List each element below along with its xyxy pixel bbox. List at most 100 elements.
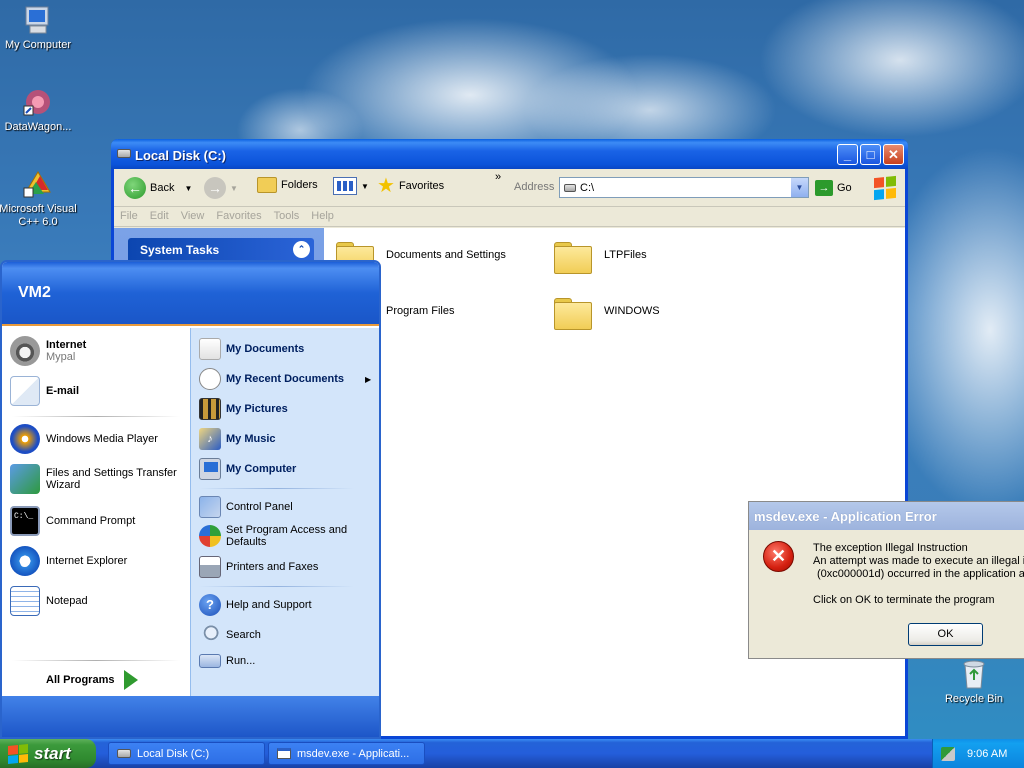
email-icon xyxy=(10,376,40,406)
explorer-titlebar[interactable]: Local Disk (C:) _ □ ✕ xyxy=(111,139,908,169)
views-icon xyxy=(333,177,357,195)
folder-icon xyxy=(554,294,592,330)
dialog-titlebar[interactable]: msdev.exe - Application Error xyxy=(749,502,1024,530)
program-label: Files and Settings Transfer Wizard xyxy=(46,467,177,491)
task-label: msdev.exe - Applicati... xyxy=(297,747,410,760)
maximize-button[interactable]: □ xyxy=(860,144,881,165)
setting-program-access[interactable]: Set Program Access and Defaults xyxy=(199,524,356,548)
folder-label: WINDOWS xyxy=(604,305,660,317)
other-label: Help and Support xyxy=(226,599,312,611)
dialog-title: msdev.exe - Application Error xyxy=(754,509,937,524)
submenu-arrow-icon: ▶ xyxy=(365,374,372,384)
folder-item[interactable]: WINDOWS xyxy=(554,294,660,330)
menu-file[interactable]: File xyxy=(114,207,144,222)
start-button[interactable]: start xyxy=(0,739,96,768)
help-icon: ? xyxy=(199,594,221,616)
desktop-icon-datawagon[interactable]: DataWagon... xyxy=(0,86,78,134)
address-dropdown-button[interactable]: ▼ xyxy=(791,178,808,197)
place-label: My Music xyxy=(226,433,276,445)
search[interactable]: Search xyxy=(199,624,261,646)
recent-program[interactable]: C:\_ Command Prompt xyxy=(10,506,135,536)
go-button[interactable]: → Go xyxy=(815,180,852,196)
setting-printers-faxes[interactable]: Printers and Faxes xyxy=(199,556,318,578)
divider xyxy=(12,660,180,661)
desktop-icon-recycle-bin[interactable]: Recycle Bin xyxy=(934,658,1014,706)
recent-program[interactable]: Windows Media Player xyxy=(10,424,158,454)
explorer-toolbar: ← Back ▼ → ▼ Folders ▼ ★ Favorites » Add… xyxy=(114,169,905,207)
folder-icon xyxy=(554,238,592,274)
dialog-message: The exception Illegal Instruction An att… xyxy=(813,542,1024,607)
folders-button[interactable]: Folders xyxy=(257,177,318,193)
start-menu-footer xyxy=(2,696,379,737)
recent-program[interactable]: Notepad xyxy=(10,586,88,616)
system-tasks-header[interactable]: System Tasks ⌃ xyxy=(128,238,314,262)
folder-label: LTPFiles xyxy=(604,249,647,261)
forward-button[interactable]: → ▼ xyxy=(204,177,238,199)
menu-edit[interactable]: Edit xyxy=(144,207,175,222)
windows-logo-icon xyxy=(869,170,901,205)
taskbar-button-explorer[interactable]: Local Disk (C:) xyxy=(108,742,265,765)
pinned-label: Internet xyxy=(46,339,87,351)
place-my-pictures[interactable]: My Pictures xyxy=(199,398,288,420)
pinned-email[interactable]: E-mail xyxy=(10,376,79,406)
place-my-documents[interactable]: My Documents xyxy=(199,338,304,360)
address-input[interactable]: C:\ ▼ xyxy=(559,177,809,198)
place-my-recent-documents[interactable]: My Recent Documents ▶ xyxy=(199,368,371,390)
application-error-dialog: msdev.exe - Application Error ✕ The exce… xyxy=(748,501,1024,659)
toolbar-overflow-icon[interactable]: » xyxy=(495,171,501,183)
menu-favorites[interactable]: Favorites xyxy=(210,207,267,222)
message-line: Click on OK to terminate the program xyxy=(813,594,995,606)
chevron-down-icon: ▼ xyxy=(184,183,193,193)
user-name: VM2 xyxy=(18,284,51,301)
run[interactable]: Run... xyxy=(199,654,255,668)
computer-icon xyxy=(22,4,54,36)
menu-tools[interactable]: Tools xyxy=(268,207,306,222)
help-and-support[interactable]: ? Help and Support xyxy=(199,594,312,616)
recent-program[interactable]: Files and Settings Transfer Wizard xyxy=(10,464,181,494)
recycle-bin-icon xyxy=(958,658,990,690)
music-icon: ♪ xyxy=(199,428,221,450)
divider xyxy=(199,586,354,587)
menu-view[interactable]: View xyxy=(175,207,211,222)
setting-control-panel[interactable]: Control Panel xyxy=(199,496,293,518)
program-label: Notepad xyxy=(46,595,88,607)
folder-item[interactable]: LTPFiles xyxy=(554,238,647,274)
taskbar: start Local Disk (C:) msdev.exe - Applic… xyxy=(0,739,1024,768)
safely-remove-hardware-icon[interactable] xyxy=(941,746,955,761)
program-label: Command Prompt xyxy=(46,515,136,527)
explorer-title: Local Disk (C:) xyxy=(135,148,227,163)
place-my-computer[interactable]: My Computer xyxy=(199,458,296,480)
desktop-icon-my-computer[interactable]: My Computer xyxy=(0,4,78,52)
back-arrow-icon: ← xyxy=(124,177,146,199)
pinned-internet[interactable]: Internet Mypal xyxy=(10,336,86,366)
close-button[interactable]: ✕ xyxy=(883,144,904,165)
forward-arrow-icon: → xyxy=(204,177,226,199)
views-button[interactable]: ▼ xyxy=(333,177,369,195)
program-access-icon xyxy=(199,525,221,547)
favorites-label: Favorites xyxy=(398,180,445,192)
ok-button[interactable]: OK xyxy=(908,623,983,646)
place-my-music[interactable]: ♪ My Music xyxy=(199,428,276,450)
address-value: C:\ xyxy=(580,181,595,194)
folder-label: Documents and Settings xyxy=(386,249,506,261)
clock[interactable]: 9:06 AM xyxy=(967,748,1007,760)
desktop-icon-visual-cpp[interactable]: Microsoft Visual C++ 6.0 xyxy=(0,168,78,229)
divider xyxy=(199,488,354,489)
collapse-chevron-icon[interactable]: ⌃ xyxy=(293,241,310,258)
desktop-icon-label: Recycle Bin xyxy=(944,693,1004,705)
drive-icon xyxy=(117,149,131,158)
place-label: My Documents xyxy=(226,343,305,355)
setting-label: Control Panel xyxy=(226,501,293,513)
all-programs-button[interactable]: All Programs xyxy=(46,670,139,690)
favorites-button[interactable]: ★ Favorites xyxy=(377,176,445,196)
program-label: Internet Explorer xyxy=(46,555,128,567)
taskbar-button-error[interactable]: msdev.exe - Applicati... xyxy=(268,742,425,765)
back-button[interactable]: ← Back ▼ xyxy=(124,177,192,199)
divider xyxy=(12,416,180,417)
minimize-button[interactable]: _ xyxy=(837,144,858,165)
menu-help[interactable]: Help xyxy=(305,207,340,222)
desktop-icon-label: My Computer xyxy=(4,39,72,51)
desktop-icon-label: DataWagon... xyxy=(4,121,72,133)
recent-documents-icon xyxy=(199,368,221,390)
recent-program[interactable]: e Internet Explorer xyxy=(10,546,127,576)
